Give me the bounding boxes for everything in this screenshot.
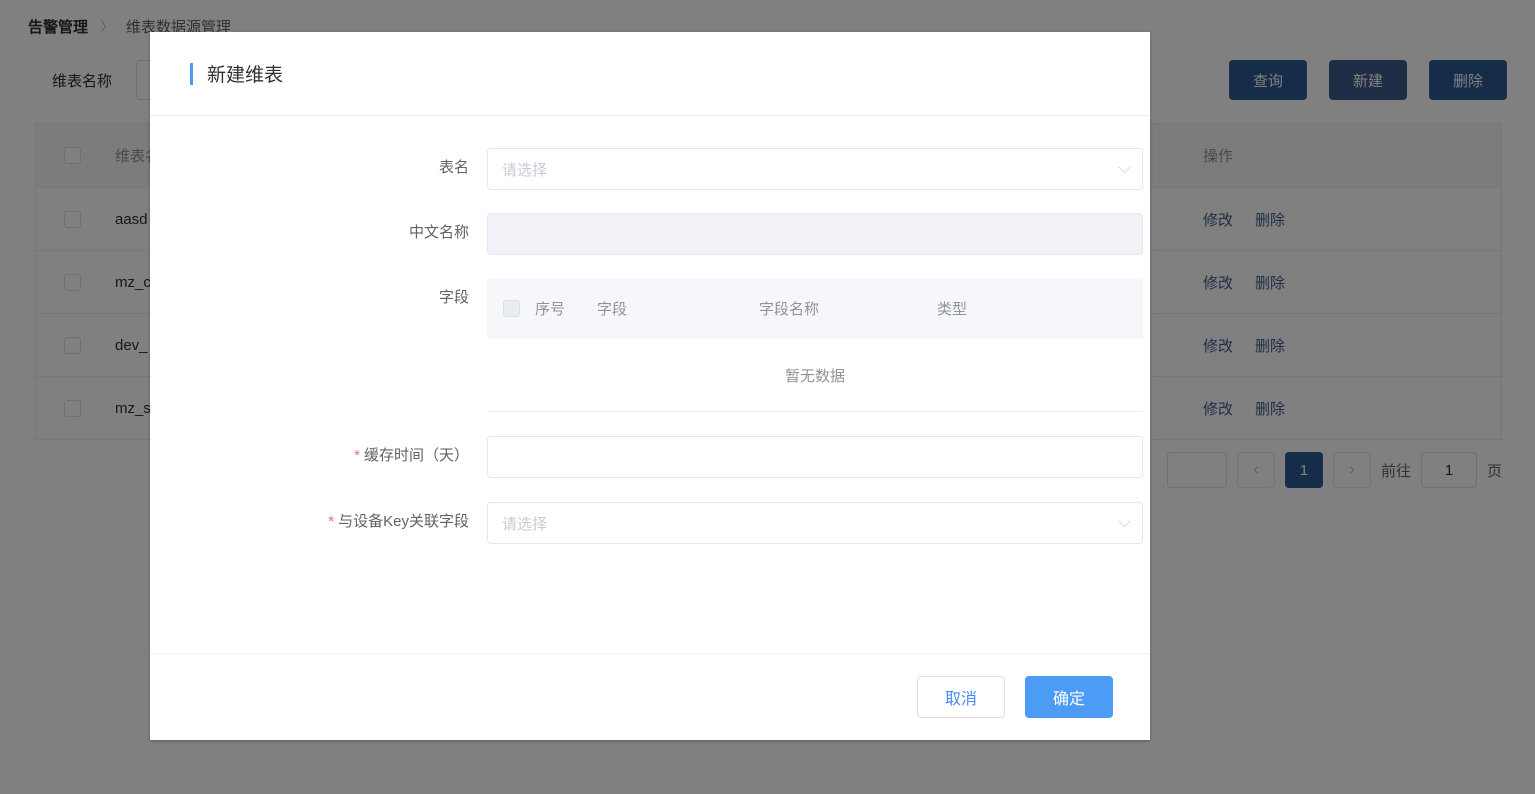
form-row-device-key: * 与设备Key关联字段 请选择 [150, 502, 1150, 544]
columns-header-field: 字段 [597, 301, 628, 318]
label-columns: 字段 [438, 289, 469, 306]
title-accent-bar [190, 62, 193, 85]
control-table-name: 请选择 [487, 148, 1143, 190]
required-asterisk: * [354, 447, 360, 464]
columns-select-all-checkbox[interactable] [502, 300, 520, 317]
columns-select-all-cell [487, 300, 535, 317]
dialog-body: 表名 请选择 中文名称 字段 序号 字段 字段名称 类型 暂无数据 * 缓存时间… [150, 116, 1150, 653]
cache-days-input[interactable] [487, 436, 1143, 478]
columns-table: 序号 字段 字段名称 类型 暂无数据 [487, 278, 1143, 412]
control-chinese-name [487, 213, 1143, 255]
dialog-title: 新建维表 [207, 65, 284, 86]
control-columns: 序号 字段 字段名称 类型 暂无数据 [487, 278, 1143, 412]
control-cache-days [487, 436, 1143, 478]
form-row-chinese-name: 中文名称 [150, 213, 1150, 255]
control-device-key: 请选择 [487, 502, 1143, 544]
label-cache-days-text: 缓存时间（天） [363, 447, 469, 464]
label-device-key: * 与设备Key关联字段 [150, 502, 487, 544]
form-row-cache-days: * 缓存时间（天） [150, 436, 1150, 478]
columns-empty-state: 暂无数据 [487, 339, 1143, 412]
label-chinese-name: 中文名称 [408, 224, 469, 241]
create-dim-table-dialog: 新建维表 表名 请选择 中文名称 字段 序号 字段 字段名称 类型 暂无数据 *… [150, 32, 1150, 740]
form-row-table-name: 表名 请选择 [150, 148, 1150, 190]
device-key-select-placeholder: 请选择 [502, 515, 548, 533]
columns-header-field-name: 字段名称 [759, 301, 820, 318]
chinese-name-input[interactable] [487, 213, 1143, 255]
confirm-button[interactable]: 确定 [1025, 676, 1113, 718]
required-asterisk: * [328, 513, 335, 530]
table-name-select[interactable]: 请选择 [487, 148, 1143, 190]
label-table-name: 表名 [438, 159, 469, 176]
dialog-header: 新建维表 [150, 32, 1150, 116]
columns-table-header: 序号 字段 字段名称 类型 [487, 278, 1143, 339]
device-key-select[interactable]: 请选择 [487, 502, 1143, 544]
dialog-footer: 取消 确定 [150, 653, 1150, 740]
label-device-key-text: 与设备Key关联字段 [338, 513, 469, 530]
chevron-down-icon [1118, 514, 1131, 528]
label-cache-days: * 缓存时间（天） [150, 436, 487, 478]
table-name-select-placeholder: 请选择 [502, 161, 548, 179]
chevron-down-icon [1118, 160, 1131, 174]
cancel-button[interactable]: 取消 [917, 676, 1005, 718]
columns-header-type: 类型 [937, 301, 968, 318]
form-row-columns: 字段 序号 字段 字段名称 类型 暂无数据 [150, 278, 1150, 412]
columns-header-index: 序号 [535, 301, 566, 318]
